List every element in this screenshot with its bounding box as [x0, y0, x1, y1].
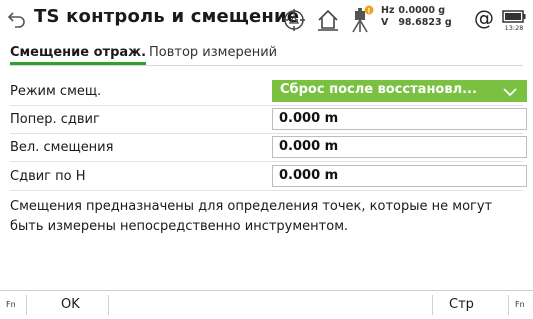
- ok-button[interactable]: OK: [61, 297, 80, 312]
- height-offset-row: Сдвиг по Н 0.000 m: [0, 164, 533, 190]
- offset-mode-select[interactable]: Сброс после восстановл...: [272, 80, 527, 102]
- row-divider: [10, 161, 523, 162]
- v-label: V: [381, 17, 389, 28]
- row-divider: [10, 105, 523, 106]
- tab-repeat-measurements[interactable]: Повтор измерений: [149, 45, 277, 60]
- softkey-separator: [432, 295, 433, 315]
- row-divider: [10, 133, 523, 134]
- battery-time: 13:28: [504, 24, 524, 32]
- height-offset-input[interactable]: 0.000 m: [272, 165, 527, 187]
- softkey-separator: [26, 295, 27, 315]
- prism-target-icon[interactable]: [282, 8, 306, 32]
- length-offset-row: Вел. смещения 0.000 m: [0, 135, 533, 161]
- cross-offset-row: Попер. сдвиг 0.000 m: [0, 107, 533, 133]
- cross-offset-value: 0.000 m: [279, 111, 339, 126]
- at-icon[interactable]: @: [474, 6, 494, 30]
- offset-mode-value: Сброс после восстановл...: [280, 82, 477, 97]
- svg-text:!: !: [367, 7, 370, 15]
- title-bar: TS контроль и смещение ! Hz 0.0000 g V 9…: [0, 0, 533, 40]
- tab-divider: [10, 65, 523, 66]
- length-offset-label: Вел. смещения: [10, 140, 114, 155]
- offset-mode-label: Режим смещ.: [10, 84, 102, 99]
- row-divider: [10, 190, 523, 191]
- instrument-warning-icon[interactable]: !: [349, 5, 375, 33]
- chevron-down-icon: [503, 84, 517, 98]
- hz-label: Hz: [381, 5, 395, 16]
- angle-readout: Hz 0.0000 g V 98.6823 g: [381, 5, 452, 29]
- hz-value: 0.0000 g: [398, 5, 446, 16]
- battery-icon[interactable]: 13:28: [501, 9, 527, 35]
- height-offset-label: Сдвиг по Н: [10, 169, 86, 184]
- fn-right-key[interactable]: Fn: [515, 300, 525, 309]
- fn-left-key[interactable]: Fn: [6, 300, 16, 309]
- height-offset-value: 0.000 m: [279, 168, 339, 183]
- description-text: Смещения предназначены для определения т…: [10, 199, 493, 234]
- page-title: TS контроль и смещение: [34, 6, 300, 27]
- length-offset-input[interactable]: 0.000 m: [272, 136, 527, 158]
- softkey-bar: Fn OK Стр Fn: [0, 290, 533, 319]
- length-offset-value: 0.000 m: [279, 139, 339, 154]
- back-arrow-icon[interactable]: [6, 8, 28, 30]
- cross-offset-input[interactable]: 0.000 m: [272, 108, 527, 130]
- v-value: 98.6823 g: [398, 17, 452, 28]
- tab-offset-reflector[interactable]: Смещение отраж.: [10, 45, 147, 65]
- page-button[interactable]: Стр: [449, 297, 474, 312]
- softkey-separator: [508, 295, 509, 315]
- offset-mode-row: Режим смещ. Сброс после восстановл...: [0, 79, 533, 105]
- cross-offset-label: Попер. сдвиг: [10, 112, 100, 127]
- home-icon[interactable]: [316, 8, 340, 32]
- softkey-separator: [108, 295, 109, 315]
- tab-bar: Смещение отраж. Повтор измерений: [0, 40, 533, 68]
